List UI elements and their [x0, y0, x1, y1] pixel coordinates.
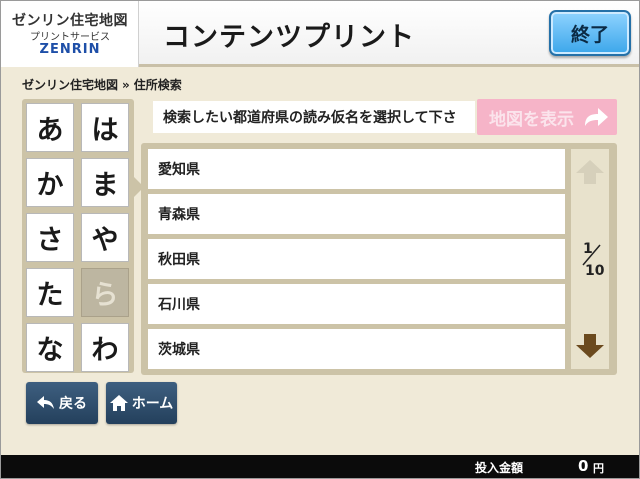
kana-button-ha[interactable]: は: [81, 103, 129, 152]
show-map-label: 地図を表示: [489, 109, 574, 130]
breadcrumb-separator: »: [122, 78, 130, 92]
back-label: 戻る: [59, 396, 87, 412]
list-item-prefecture[interactable]: 青森県: [148, 194, 565, 234]
kana-button-ma[interactable]: ま: [81, 158, 129, 207]
header: ゼンリン住宅地図 プリントサービス ZENRIN コンテンツプリント 終了: [1, 1, 639, 67]
back-button[interactable]: 戻る: [26, 382, 98, 424]
logo-brand: ZENRIN: [39, 42, 101, 57]
kana-button-ya[interactable]: や: [81, 213, 129, 262]
kana-button-a[interactable]: あ: [26, 103, 74, 152]
breadcrumb-home: ゼンリン住宅地図: [22, 78, 119, 92]
scroll-up-button: [571, 151, 609, 193]
home-button[interactable]: ホーム: [106, 382, 177, 424]
kana-button-ta[interactable]: た: [26, 268, 74, 317]
footer-bar: 投入金額 0 円: [1, 455, 639, 478]
kana-selector: あ は か ま さ や た ら な わ: [22, 99, 134, 373]
logo-title: ゼンリン住宅地図: [12, 13, 128, 29]
list-item-prefecture[interactable]: 茨城県: [148, 329, 565, 369]
kana-button-ka[interactable]: か: [26, 158, 74, 207]
arrow-up-icon: [576, 160, 604, 184]
home-label: ホーム: [131, 396, 174, 412]
exit-button[interactable]: 終了: [549, 10, 631, 56]
home-icon: [109, 395, 128, 411]
inserted-amount-value: 0: [578, 457, 589, 475]
show-map-button: 地図を表示: [477, 99, 617, 135]
page-indicator: 1 10: [571, 241, 609, 281]
arrow-down-icon: [576, 334, 604, 358]
currency-unit: 円: [593, 462, 604, 475]
zenrin-logo: ゼンリン住宅地図 プリントサービス ZENRIN: [1, 1, 139, 67]
kana-button-sa[interactable]: さ: [26, 213, 74, 262]
breadcrumb-current: 住所検索: [133, 78, 182, 92]
kana-button-ra: ら: [81, 268, 129, 317]
page-title: コンテンツプリント: [163, 22, 415, 53]
logo-subtitle: プリントサービス: [30, 32, 110, 43]
scroll-down-button[interactable]: [571, 325, 609, 367]
inserted-amount-label: 投入金額: [475, 461, 524, 475]
kana-button-na[interactable]: な: [26, 323, 74, 372]
arrow-right-icon: [585, 108, 608, 126]
list-item-prefecture[interactable]: 石川県: [148, 284, 565, 324]
scroll-column: 1 10: [571, 149, 609, 369]
breadcrumb: ゼンリン住宅地図» 住所検索: [22, 76, 182, 93]
back-arrow-icon: [37, 396, 54, 409]
list-item-prefecture[interactable]: 愛知県: [148, 149, 565, 189]
page-total: 10: [585, 263, 605, 279]
kana-button-wa[interactable]: わ: [81, 323, 129, 372]
list-item-prefecture[interactable]: 秋田県: [148, 239, 565, 279]
instruction-text: 検索したい都道府県の読み仮名を選択して下さ: [153, 101, 475, 133]
prefecture-list: 愛知県 青森県 秋田県 石川県 茨城県 1 10: [141, 143, 617, 375]
